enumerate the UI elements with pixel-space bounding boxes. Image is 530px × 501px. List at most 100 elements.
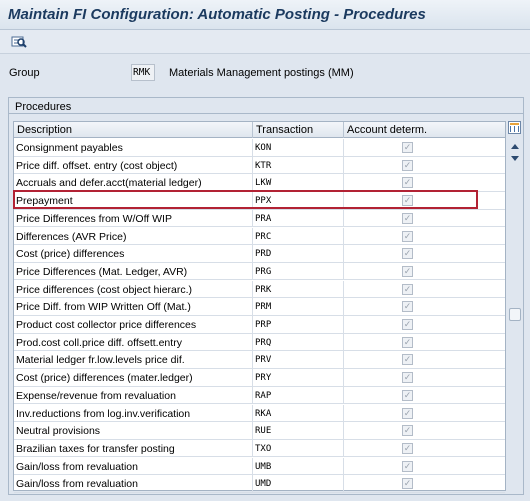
table-row[interactable]: Product cost collector price differences… [14, 316, 505, 334]
transaction-cell: PRV [253, 351, 344, 369]
table-row[interactable]: Cost (price) differences (mater.ledger) P… [14, 369, 505, 387]
table-row[interactable]: Gain/loss from revaluation UMD ✓ [14, 475, 505, 493]
description-cell: Consignment payables [14, 139, 253, 156]
account-determ-checkbox[interactable]: ✓ [402, 319, 413, 330]
procedures-title: Procedures [15, 101, 72, 113]
transaction-cell: PPX [253, 192, 344, 210]
table-row[interactable]: Inv.reductions from log.inv.verification… [14, 404, 505, 422]
description-cell: Product cost collector price differences [14, 316, 253, 333]
account-determ-cell: ✓ [344, 334, 505, 351]
account-determ-checkbox[interactable]: ✓ [402, 230, 413, 242]
account-determ-checkbox[interactable]: ✓ [402, 159, 413, 171]
transaction-cell: PRP [253, 316, 344, 333]
account-determ-cell: ✓ [344, 369, 505, 386]
description-cell: Price Diff. from WIP Written Off (Mat.) [14, 298, 253, 316]
table-row[interactable]: Prod.cost coll.price diff. offsett.entry… [14, 333, 505, 352]
table-row[interactable]: Brazilian taxes for transfer posting TXO ✓ [14, 439, 505, 458]
column-header-account-determ[interactable]: Account determ. [344, 122, 505, 138]
scroll-up-icon[interactable] [511, 144, 519, 149]
transaction-cell: UMB [253, 457, 344, 475]
description-cell: Price Differences from W/Off WIP [14, 209, 253, 227]
account-determ-cell: ✓ [344, 139, 505, 156]
table-row[interactable]: Price Differences from W/Off WIP PRA ✓ [14, 209, 505, 228]
description-cell: Prod.cost coll.price diff. offsett.entry [14, 333, 253, 351]
description-cell: Price diff. offset. entry (cost object) [14, 156, 253, 174]
group-description: Materials Management postings (MM) [169, 67, 354, 79]
description-cell: Expense/revenue from revaluation [14, 386, 253, 404]
account-determ-cell: ✓ [344, 405, 505, 422]
column-header-description[interactable]: Description [14, 122, 253, 138]
find-icon [11, 36, 27, 48]
account-determ-cell: ✓ [344, 422, 505, 439]
account-determ-cell: ✓ [344, 157, 505, 174]
account-determ-checkbox[interactable]: ✓ [402, 425, 413, 437]
find-button[interactable] [10, 34, 28, 50]
transaction-cell: PRQ [253, 333, 344, 351]
account-determ-checkbox[interactable]: ✓ [402, 460, 413, 472]
account-determ-checkbox[interactable]: ✓ [402, 407, 413, 419]
transaction-cell: PRK [253, 280, 344, 298]
scroll-thumb[interactable] [509, 308, 521, 321]
account-determ-checkbox[interactable]: ✓ [402, 265, 413, 277]
page-title: Maintain FI Configuration: Automatic Pos… [8, 6, 426, 23]
description-cell: Material ledger fr.low.levels price dif. [14, 351, 253, 369]
table-row[interactable]: Gain/loss from revaluation UMB ✓ [14, 457, 505, 476]
account-determ-checkbox[interactable]: ✓ [402, 195, 413, 207]
column-header-transaction[interactable]: Transaction [253, 122, 344, 138]
transaction-cell: PRD [253, 245, 344, 263]
account-determ-checkbox[interactable]: ✓ [402, 389, 413, 401]
table-row[interactable]: Price Differences (Mat. Ledger, AVR) PRG ✓ [14, 262, 505, 281]
table-row[interactable]: Cost (price) differences PRD ✓ [14, 245, 505, 263]
table-row[interactable]: Price Diff. from WIP Written Off (Mat.) P… [14, 298, 505, 316]
table-row[interactable]: Material ledger fr.low.levels price dif.… [14, 351, 505, 369]
account-determ-checkbox[interactable]: ✓ [402, 372, 413, 384]
account-determ-cell: ✓ [344, 192, 505, 209]
account-determ-checkbox[interactable]: ✓ [402, 301, 413, 313]
transaction-cell: UMD [253, 475, 344, 493]
account-determ-cell: ✓ [344, 316, 505, 333]
transaction-cell: PRM [253, 298, 344, 316]
account-determ-checkbox[interactable]: ✓ [402, 142, 413, 153]
group-label: Group [9, 67, 40, 79]
description-cell: Prepayment [14, 192, 253, 210]
transaction-cell: RKA [253, 404, 344, 422]
table-row[interactable]: Differences (AVR Price) PRC ✓ [14, 227, 505, 245]
table-row[interactable]: Price differences (cost object hierarc.)… [14, 280, 505, 299]
frame-divider [9, 113, 523, 114]
vertical-scrollbar[interactable] [507, 121, 523, 491]
account-determ-checkbox[interactable]: ✓ [402, 336, 413, 348]
account-determ-cell: ✓ [344, 210, 505, 227]
description-cell: Price Differences (Mat. Ledger, AVR) [14, 262, 253, 280]
table-row[interactable]: Price diff. offset. entry (cost object) K… [14, 156, 505, 175]
account-determ-checkbox[interactable]: ✓ [402, 354, 413, 366]
scroll-down-icon[interactable] [511, 156, 519, 161]
account-determ-cell: ✓ [344, 263, 505, 280]
table-row[interactable]: Accruals and defer.acct(material ledger)… [14, 174, 505, 192]
table-row[interactable]: Expense/revenue from revaluation RAP ✓ [14, 386, 505, 405]
procedures-table: Description Transaction Account determ. … [13, 121, 506, 493]
account-determ-cell: ✓ [344, 475, 505, 492]
column-settings-icon[interactable] [508, 121, 521, 134]
account-determ-checkbox[interactable]: ✓ [402, 248, 413, 260]
group-field[interactable]: RMK [131, 64, 155, 81]
account-determ-checkbox[interactable]: ✓ [402, 442, 413, 454]
table-row[interactable]: Neutral provisions RUE ✓ [14, 422, 505, 440]
description-cell: Brazilian taxes for transfer posting [14, 439, 253, 457]
description-cell: Cost (price) differences (mater.ledger) [14, 369, 253, 387]
account-determ-checkbox[interactable]: ✓ [402, 283, 413, 295]
transaction-cell: PRC [253, 227, 344, 245]
table-header: Description Transaction Account determ. [14, 122, 505, 138]
table-row[interactable]: Consignment payables KON ✓ [14, 139, 505, 157]
table-row[interactable]: Prepayment PPX ✓ [14, 192, 505, 210]
account-determ-cell: ✓ [344, 245, 505, 262]
account-determ-cell: ✓ [344, 298, 505, 315]
account-determ-checkbox[interactable]: ✓ [402, 177, 413, 189]
transaction-cell: RAP [253, 386, 344, 404]
description-cell: Inv.reductions from log.inv.verification [14, 404, 253, 422]
account-determ-cell: ✓ [344, 458, 505, 475]
account-determ-cell: ✓ [344, 351, 505, 368]
transaction-cell: KTR [253, 156, 344, 174]
account-determ-checkbox[interactable]: ✓ [402, 212, 413, 224]
title-bar: Maintain FI Configuration: Automatic Pos… [0, 0, 530, 30]
account-determ-checkbox[interactable]: ✓ [402, 478, 413, 490]
